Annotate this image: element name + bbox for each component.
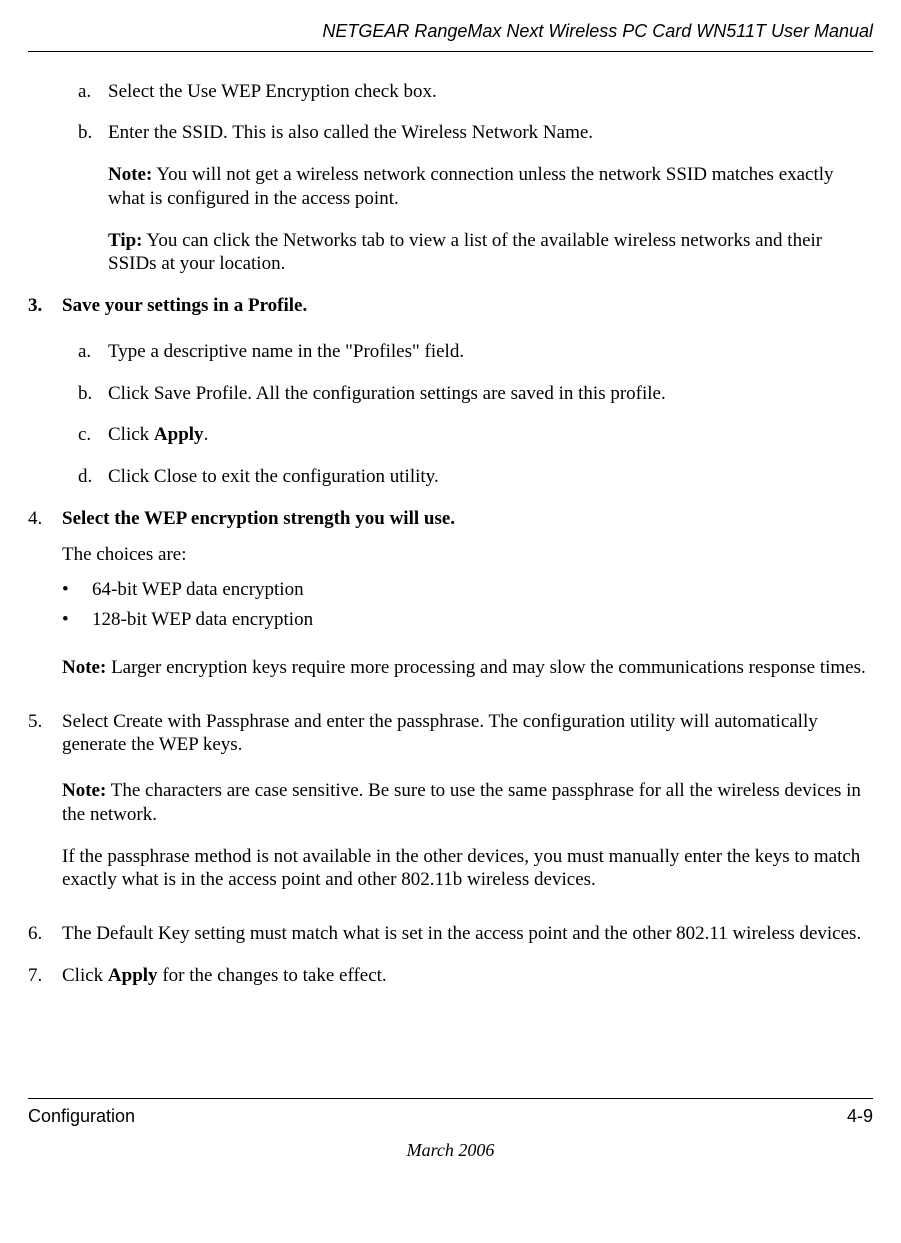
body-text: Click Save Profile. All the configuratio… (108, 382, 873, 406)
footer-date: March 2006 (28, 1139, 873, 1162)
body-text: The choices are: (62, 543, 873, 567)
note-label: Note: (62, 657, 106, 678)
page-header-title: NETGEAR RangeMax Next Wireless PC Card W… (28, 20, 873, 43)
body-text: Select Create with Passphrase and enter … (62, 710, 873, 758)
body-text: The Default Key setting must match what … (62, 922, 873, 946)
list-marker: c. (78, 423, 108, 447)
body-text: If the passphrase method is not availabl… (62, 845, 873, 893)
footer-rule (28, 1098, 873, 1099)
bullet-marker: • (62, 578, 92, 602)
body-text: The characters are case sensitive. Be su… (62, 780, 861, 825)
body-text: You can click the Networks tab to view a… (108, 230, 822, 275)
list-marker: a. (78, 80, 108, 104)
list-marker: 7. (28, 964, 62, 988)
body-text: Click Close to exit the configuration ut… (108, 465, 873, 489)
body-text: 64-bit WEP data encryption (92, 578, 873, 602)
body-text: Larger encryption keys require more proc… (106, 657, 865, 678)
header-rule (28, 51, 873, 52)
body-text: You will not get a wireless network conn… (108, 164, 834, 209)
list-marker: 3. (28, 294, 62, 318)
list-marker: a. (78, 340, 108, 364)
list-marker: 5. (28, 710, 62, 911)
body-text: Click Apply for the changes to take effe… (62, 964, 873, 988)
body-text: Select the Use WEP Encryption check box. (108, 80, 873, 104)
list-marker: 4. (28, 507, 62, 698)
body-text: Type a descriptive name in the "Profiles… (108, 340, 873, 364)
bullet-marker: • (62, 608, 92, 632)
footer-page-number: 4-9 (847, 1105, 873, 1128)
list-marker: d. (78, 465, 108, 489)
body-text: Click Apply. (108, 423, 873, 447)
footer-section: Configuration (28, 1105, 135, 1128)
note-label: Note: (108, 164, 152, 185)
list-marker: 6. (28, 922, 62, 946)
body-text: Enter the SSID. This is also called the … (108, 121, 873, 145)
body-text: 128-bit WEP data encryption (92, 608, 873, 632)
step-title: Select the WEP encryption strength you w… (62, 507, 873, 531)
list-marker: b. (78, 382, 108, 406)
note-label: Note: (62, 780, 106, 801)
step-title: Save your settings in a Profile. (62, 294, 873, 318)
tip-label: Tip: (108, 230, 143, 251)
list-marker: b. (78, 121, 108, 145)
